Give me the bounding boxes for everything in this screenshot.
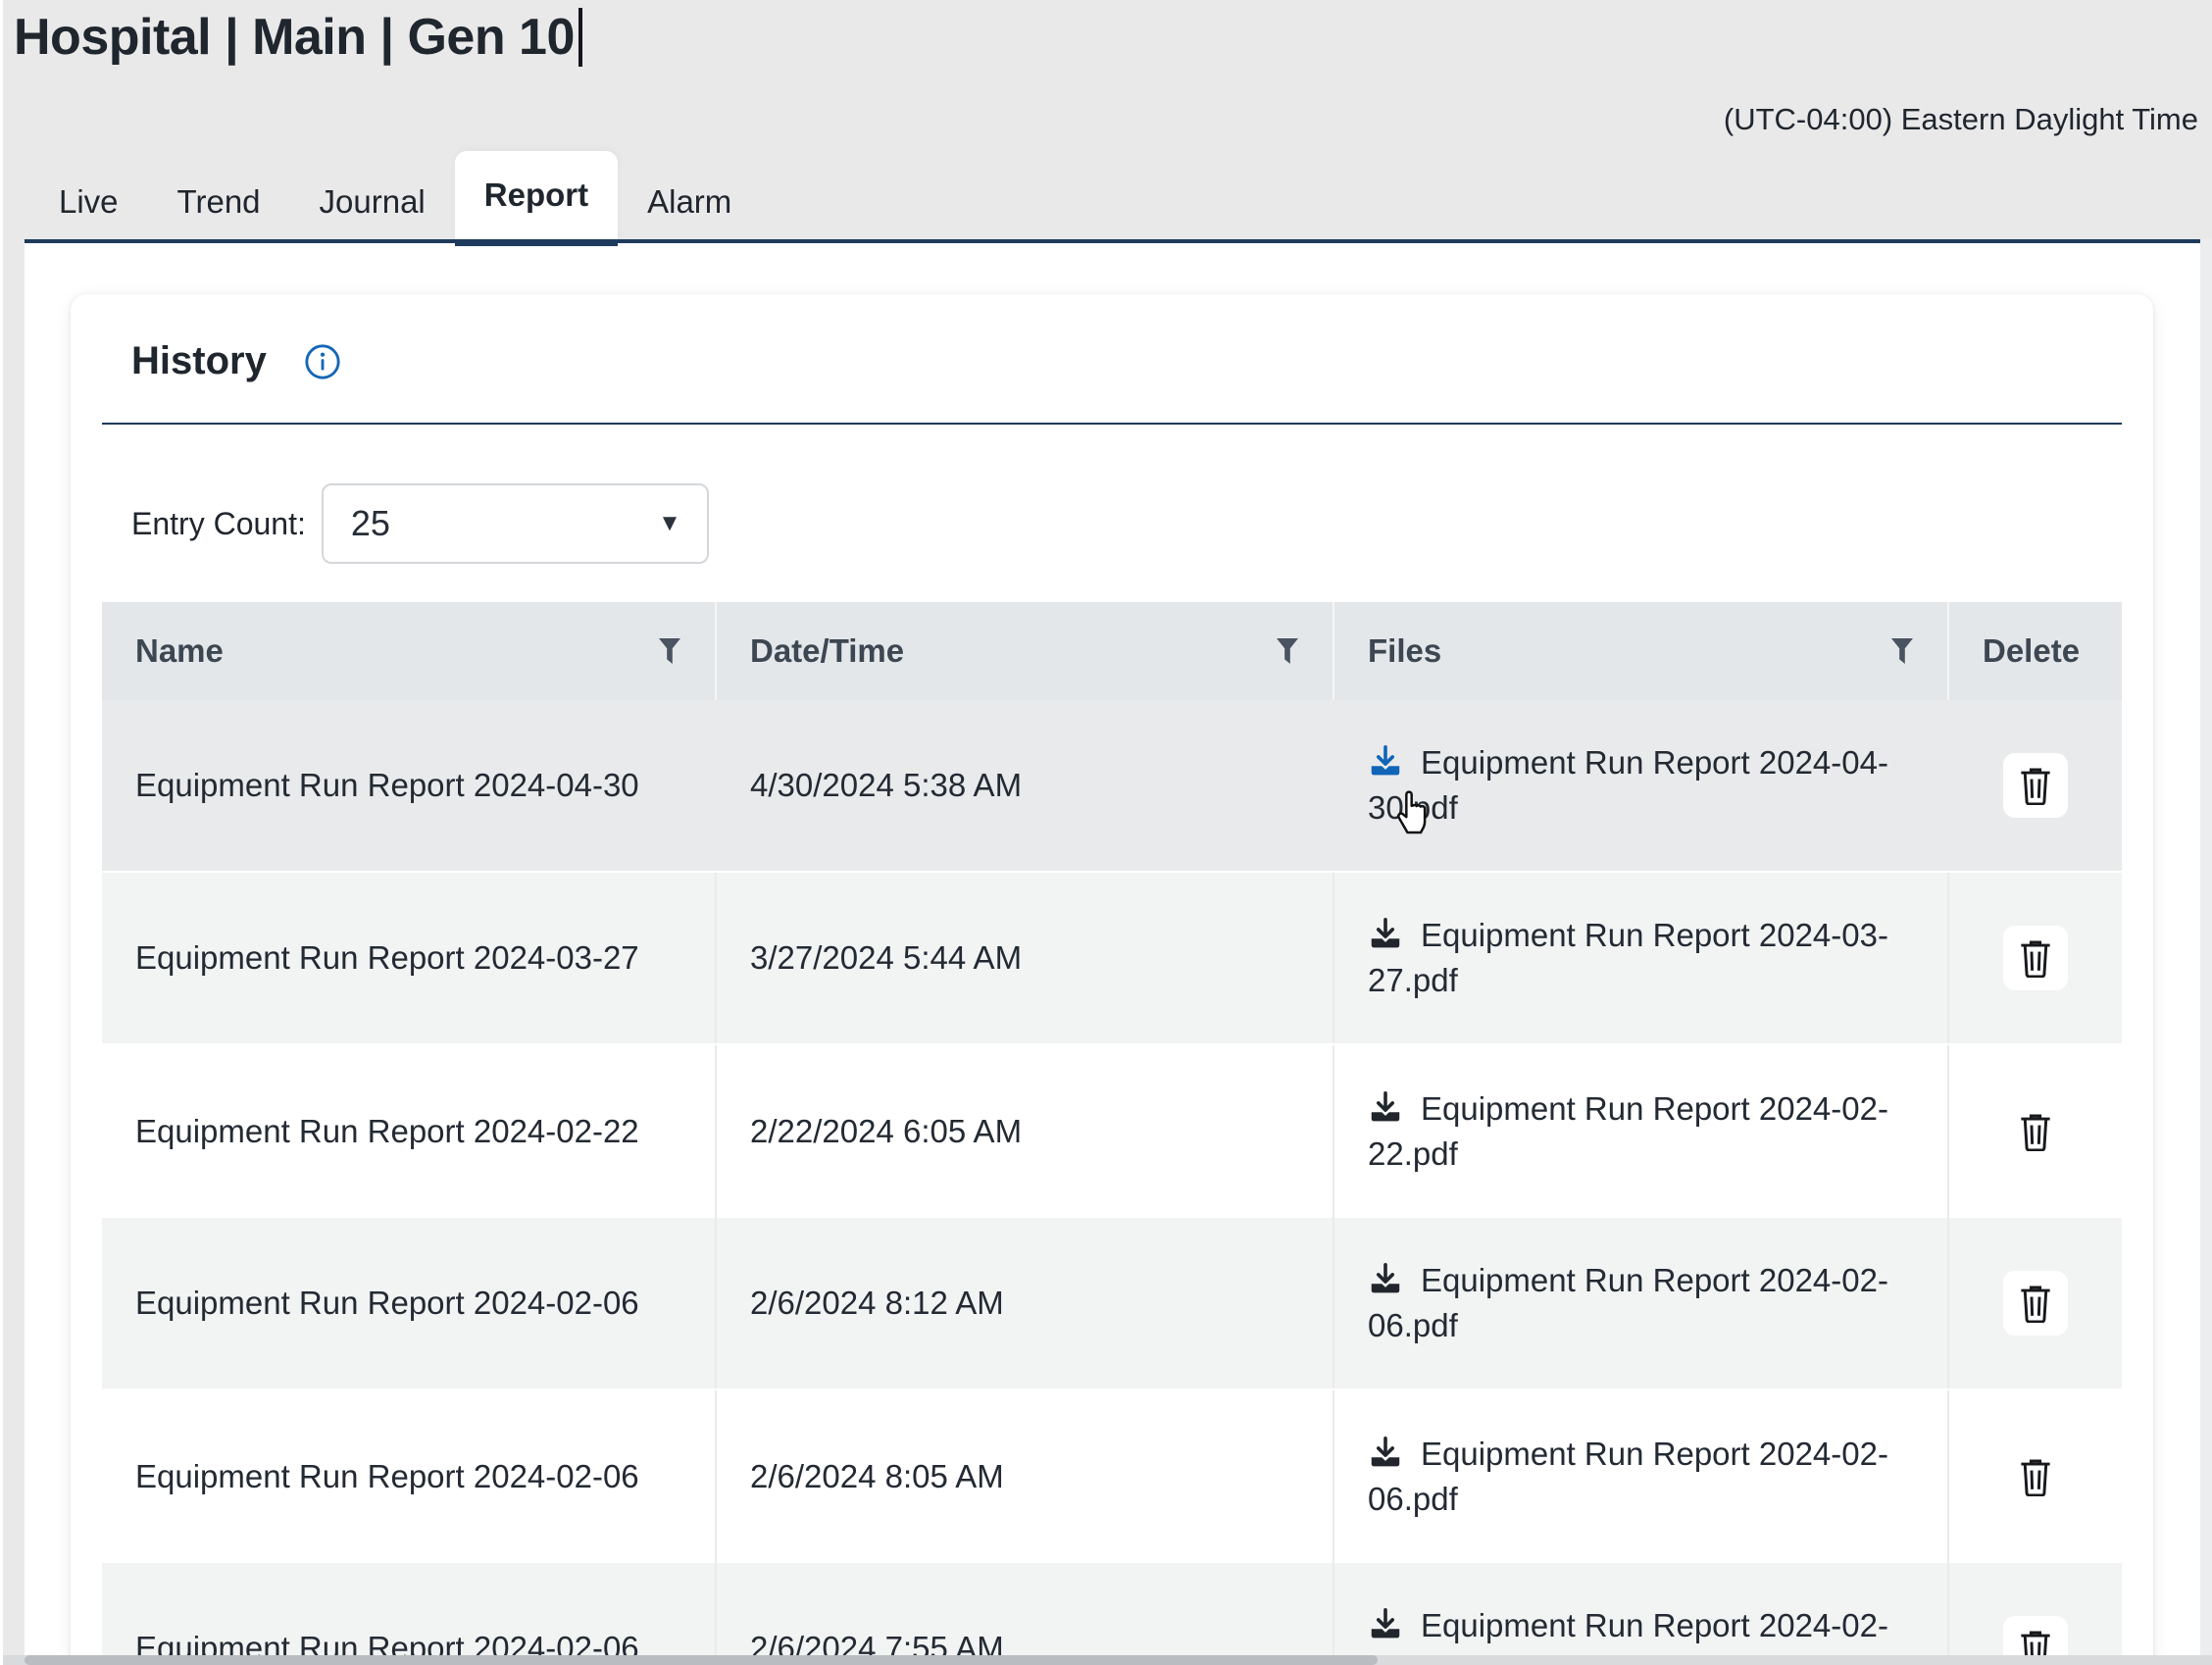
download-icon[interactable] <box>1368 1606 1403 1641</box>
download-icon[interactable] <box>1368 743 1403 779</box>
cell-delete <box>1947 1563 2122 1665</box>
download-icon[interactable] <box>1368 1435 1403 1470</box>
filter-icon[interactable] <box>1276 637 1299 665</box>
file-download-link[interactable]: Equipment Run Report 2024-02-06.pdf <box>1368 1258 1914 1348</box>
file-name: Equipment Run Report 2024-02-06.pdf <box>1368 1262 1888 1343</box>
column-label: Files <box>1368 632 1441 670</box>
trash-icon <box>2017 1112 2054 1151</box>
cell-delete <box>1947 1045 2122 1218</box>
delete-button[interactable] <box>2003 926 2068 990</box>
filter-icon[interactable] <box>1890 637 1914 665</box>
tab-journal[interactable]: Journal <box>290 158 455 246</box>
cell-name: Equipment Run Report 2024-04-30 <box>102 700 715 871</box>
column-header-name[interactable]: Name <box>102 602 715 700</box>
column-header-delete: Delete <box>1947 602 2122 700</box>
file-download-link[interactable]: Equipment Run Report 2024-02-06.pdf <box>1368 1432 1914 1522</box>
cell-name: Equipment Run Report 2024-03-27 <box>102 873 715 1043</box>
delete-button[interactable] <box>2003 1099 2068 1164</box>
cell-datetime: 2/22/2024 6:05 AM <box>715 1045 1332 1218</box>
table-header-row: Name Date/Time Files Delete <box>102 602 2122 700</box>
trash-icon <box>2017 766 2054 805</box>
cell-datetime: 2/6/2024 8:12 AM <box>715 1218 1332 1388</box>
tab-live[interactable]: Live <box>29 158 148 246</box>
cell-files: Equipment Run Report 2024-04-30.pdf <box>1332 700 1947 871</box>
text-cursor <box>578 8 582 67</box>
cell-datetime: 2/6/2024 7:55 AM <box>715 1563 1332 1665</box>
window-left-edge <box>0 0 3 1665</box>
table-row: Equipment Run Report 2024-02-06 2/6/2024… <box>102 1218 2122 1390</box>
cell-name: Equipment Run Report 2024-02-06 <box>102 1390 715 1563</box>
tab-alarm[interactable]: Alarm <box>618 158 761 246</box>
cell-files: Equipment Run Report 2024-02-06.pdf <box>1332 1563 1947 1665</box>
cell-datetime: 2/6/2024 8:05 AM <box>715 1390 1332 1563</box>
file-name: Equipment Run Report 2024-04-30.pdf <box>1368 744 1888 826</box>
download-icon[interactable] <box>1368 916 1403 951</box>
delete-button[interactable] <box>2003 1444 2068 1509</box>
table-row: Equipment Run Report 2024-02-22 2/22/202… <box>102 1045 2122 1218</box>
delete-button[interactable] <box>2003 1271 2068 1336</box>
file-name: Equipment Run Report 2024-02-22.pdf <box>1368 1090 1888 1172</box>
left-gutter <box>3 239 25 1665</box>
column-label: Date/Time <box>750 632 904 670</box>
app-window: Hospital | Main | Gen 10 (UTC-04:00) Eas… <box>0 0 2212 1665</box>
cell-delete <box>1947 873 2122 1043</box>
info-icon[interactable] <box>304 343 341 380</box>
page-title-wrap[interactable]: Hospital | Main | Gen 10 <box>14 8 582 67</box>
cell-name: Equipment Run Report 2024-02-06 <box>102 1563 715 1665</box>
table-row: Equipment Run Report 2024-02-06 2/6/2024… <box>102 1390 2122 1563</box>
table-row: Equipment Run Report 2024-03-27 3/27/202… <box>102 873 2122 1045</box>
cell-delete <box>1947 1390 2122 1563</box>
history-heading-row: History <box>102 294 2122 383</box>
tab-bar: Live Trend Journal Report Alarm <box>29 151 761 246</box>
table-row: Equipment Run Report 2024-04-30 4/30/202… <box>102 700 2122 873</box>
column-header-files[interactable]: Files <box>1332 602 1947 700</box>
mouse-cursor-hand <box>1391 786 1436 835</box>
delete-button[interactable] <box>2003 753 2068 818</box>
column-label: Name <box>135 632 224 670</box>
cell-files: Equipment Run Report 2024-03-27.pdf <box>1332 873 1947 1043</box>
file-name: Equipment Run Report 2024-02-06.pdf <box>1368 1436 1888 1517</box>
cell-name: Equipment Run Report 2024-02-06 <box>102 1218 715 1388</box>
cell-files: Equipment Run Report 2024-02-06.pdf <box>1332 1390 1947 1563</box>
history-heading: History <box>131 339 267 383</box>
history-table: Name Date/Time Files Delete Equipment Ru… <box>102 602 2122 1665</box>
timezone-label: (UTC-04:00) Eastern Daylight Time <box>1724 102 2198 137</box>
cell-files: Equipment Run Report 2024-02-06.pdf <box>1332 1218 1947 1388</box>
cell-datetime: 4/30/2024 5:38 AM <box>715 700 1332 871</box>
heading-divider <box>102 423 2122 425</box>
page-title[interactable]: Hospital | Main | Gen 10 <box>14 8 575 67</box>
file-download-link[interactable]: Equipment Run Report 2024-02-22.pdf <box>1368 1086 1914 1177</box>
tab-report[interactable]: Report <box>455 151 618 246</box>
cell-datetime: 3/27/2024 5:44 AM <box>715 873 1332 1043</box>
entry-count-label: Entry Count: <box>131 506 306 542</box>
trash-icon <box>2017 1284 2054 1323</box>
horizontal-scrollbar-thumb[interactable] <box>25 1655 1378 1665</box>
entry-count-select[interactable]: 25 ▼ <box>322 483 709 564</box>
history-card: History Entry Count: 25 ▼ Name <box>71 294 2153 1665</box>
cell-name: Equipment Run Report 2024-02-22 <box>102 1045 715 1218</box>
cell-files: Equipment Run Report 2024-02-22.pdf <box>1332 1045 1947 1218</box>
file-name: Equipment Run Report 2024-03-27.pdf <box>1368 917 1888 998</box>
vertical-scrollbar[interactable] <box>2200 239 2212 1665</box>
table-row: Equipment Run Report 2024-02-06 2/6/2024… <box>102 1563 2122 1665</box>
tab-trend[interactable]: Trend <box>148 158 290 246</box>
filter-icon[interactable] <box>658 637 681 665</box>
cell-delete <box>1947 700 2122 871</box>
download-icon[interactable] <box>1368 1261 1403 1296</box>
column-header-datetime[interactable]: Date/Time <box>715 602 1332 700</box>
column-label: Delete <box>1983 632 2080 670</box>
trash-icon <box>2017 938 2054 978</box>
entry-count-value: 25 <box>324 503 390 544</box>
trash-icon <box>2017 1457 2054 1496</box>
file-download-link[interactable]: Equipment Run Report 2024-03-27.pdf <box>1368 913 1914 1003</box>
file-download-link[interactable]: Equipment Run Report 2024-04-30.pdf <box>1368 740 1914 831</box>
download-icon[interactable] <box>1368 1089 1403 1125</box>
chevron-down-icon: ▼ <box>658 510 681 537</box>
entry-count-row: Entry Count: 25 ▼ <box>131 483 2122 564</box>
cell-delete <box>1947 1218 2122 1388</box>
horizontal-scrollbar[interactable] <box>0 1655 2212 1665</box>
